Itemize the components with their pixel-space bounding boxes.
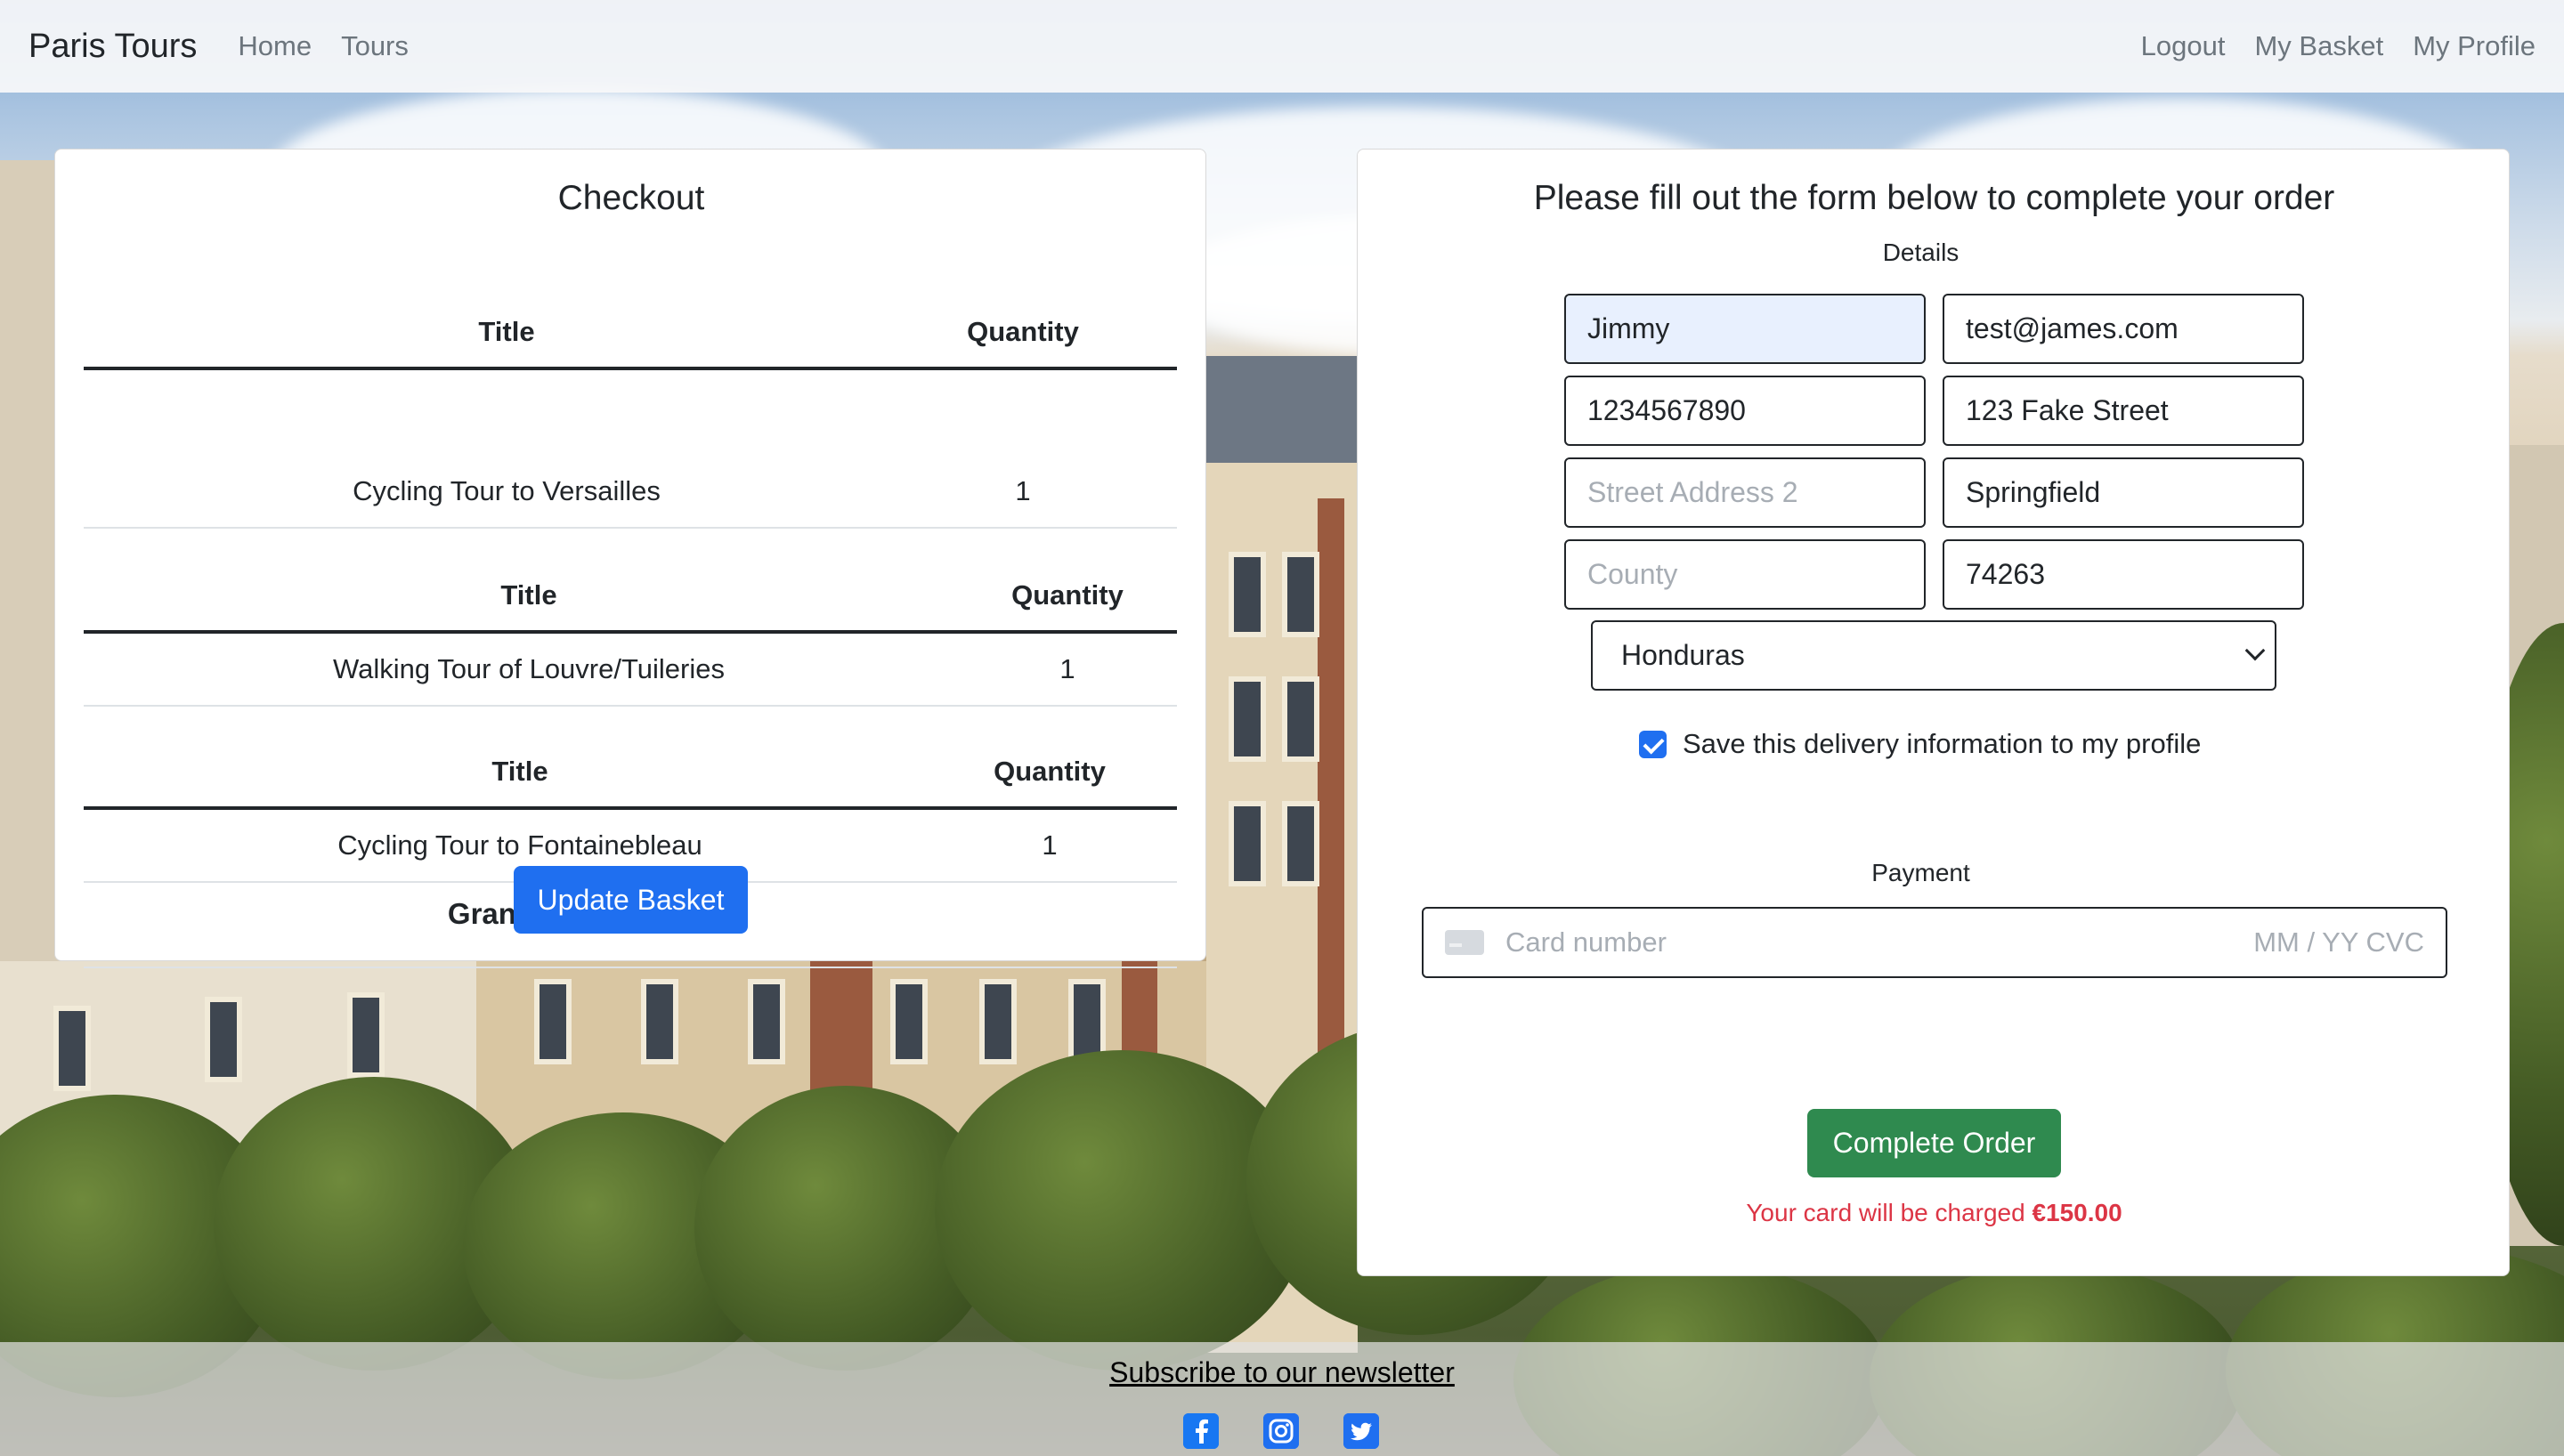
order-form-card: Please fill out the form below to comple… (1357, 149, 2510, 1276)
title-header: Title (491, 756, 548, 787)
twitter-icon[interactable] (1343, 1413, 1379, 1449)
footer: Subscribe to our newsletter (0, 1342, 2564, 1456)
street-address-1-input[interactable] (1943, 376, 2304, 446)
item-quantity: 1 (1059, 653, 1075, 684)
charge-amount: €150.00 (2032, 1199, 2122, 1226)
quantity-header: Quantity (994, 756, 1106, 787)
phone-input[interactable] (1564, 376, 1926, 446)
save-info-checkbox[interactable] (1639, 730, 1667, 758)
table-row: Walking Tour of Louvre/Tuileries 1 (84, 634, 1177, 707)
basket-row-1: Cycling Tour to Versailles 1 (84, 456, 1177, 529)
order-form-title: Please fill out the form below to comple… (1533, 179, 2335, 217)
nav-home[interactable]: Home (238, 30, 312, 62)
checkout-card: Checkout Title Quantity Cycling Tour to … (54, 149, 1206, 968)
save-info-label: Save this delivery information to my pro… (1683, 728, 2202, 759)
nav-tours[interactable]: Tours (341, 30, 409, 62)
divider (84, 967, 1177, 968)
item-title: Cycling Tour to Fontainebleau (337, 829, 702, 861)
basket-table-3: Title Quantity Cycling Tour to Fontaineb… (84, 737, 1177, 883)
navbar: Paris Tours Home Tours Logout My Basket … (0, 0, 2564, 93)
details-label: Details (1882, 239, 1960, 266)
charge-text: Your card will be charged (1746, 1199, 2025, 1226)
table-header: Title Quantity (84, 737, 1177, 810)
newsletter-link[interactable]: Subscribe to our newsletter (0, 1356, 2564, 1389)
country-select[interactable]: Honduras (1591, 620, 2276, 691)
title-header: Title (478, 316, 535, 347)
nav-my-profile[interactable]: My Profile (2413, 30, 2536, 62)
postcode-input[interactable] (1943, 539, 2304, 610)
item-title: Cycling Tour to Versailles (353, 475, 661, 506)
item-quantity: 1 (1042, 829, 1058, 861)
quantity-header: Quantity (1011, 579, 1124, 611)
table-header: Title Quantity (84, 561, 1177, 634)
card-number-placeholder: Card number (1505, 926, 1667, 958)
credit-card-icon (1445, 930, 1484, 955)
item-title: Walking Tour of Louvre/Tuileries (333, 653, 725, 684)
save-info-row: Save this delivery information to my pro… (1639, 728, 2201, 760)
nav-logout[interactable]: Logout (2141, 30, 2226, 62)
basket-table-2: Title Quantity Walking Tour of Louvre/Tu… (84, 561, 1177, 707)
item-quantity: 1 (1015, 475, 1031, 506)
complete-order-button[interactable]: Complete Order (1807, 1109, 2061, 1177)
chevron-down-icon (2244, 640, 2266, 661)
table-header: Title Quantity (84, 297, 1177, 370)
instagram-icon[interactable] (1263, 1413, 1299, 1449)
facebook-icon[interactable] (1183, 1413, 1219, 1449)
table-row: Cycling Tour to Versailles 1 (84, 456, 1177, 529)
update-basket-button[interactable]: Update Basket (514, 866, 748, 934)
street-address-2-input[interactable] (1564, 457, 1926, 528)
card-number-field[interactable]: Card number MM / YY CVC (1422, 907, 2447, 978)
card-expiry-cvc-placeholder: MM / YY CVC (2253, 926, 2424, 958)
nav-right-group: Logout My Basket My Profile (2112, 30, 2536, 62)
nav-my-basket[interactable]: My Basket (2254, 30, 2383, 62)
full-name-input[interactable] (1564, 294, 1926, 364)
town-input[interactable] (1943, 457, 2304, 528)
county-input[interactable] (1564, 539, 1926, 610)
email-input[interactable] (1943, 294, 2304, 364)
checkout-title: Checkout (557, 179, 705, 217)
title-header: Title (500, 579, 557, 611)
quantity-header: Quantity (967, 316, 1079, 347)
payment-label: Payment (1871, 859, 1970, 886)
country-value: Honduras (1621, 639, 1745, 671)
brand-logo[interactable]: Paris Tours (28, 28, 197, 66)
charge-notice: Your card will be charged €150.00 (1358, 1199, 2511, 1227)
